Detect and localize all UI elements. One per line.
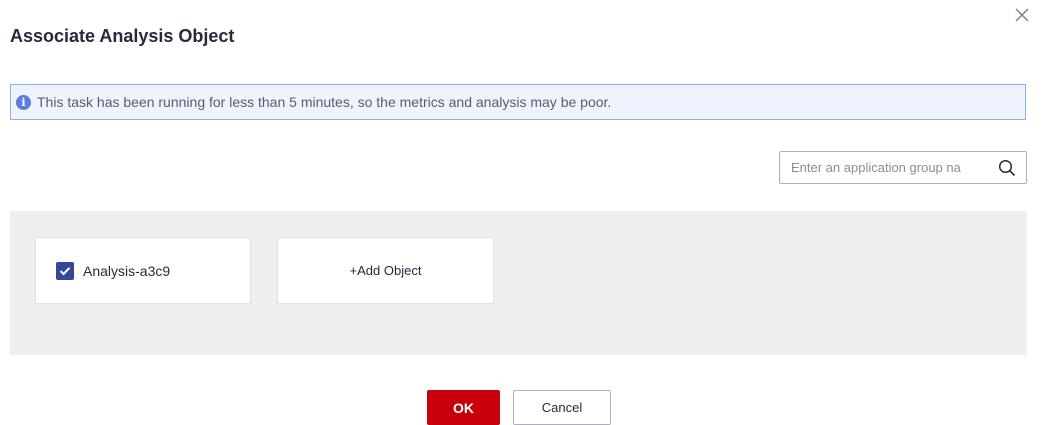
add-object-button[interactable]: +Add Object <box>277 237 494 304</box>
dialog-title: Associate Analysis Object <box>10 26 235 46</box>
analysis-object-panel: Analysis-a3c9 +Add Object <box>10 211 1027 355</box>
ok-button[interactable]: OK <box>427 390 500 425</box>
info-icon: i <box>16 94 31 110</box>
associate-analysis-dialog: Associate Analysis Object i This task ha… <box>0 0 1055 425</box>
search-icon[interactable] <box>998 159 1016 177</box>
search-box[interactable] <box>779 151 1027 184</box>
add-object-label: +Add Object <box>349 263 422 278</box>
analysis-object-label: Analysis-a3c9 <box>83 262 171 279</box>
checkmark-icon <box>59 266 71 275</box>
info-alert: i This task has been running for less th… <box>10 84 1026 120</box>
analysis-object-checkbox[interactable] <box>56 261 74 280</box>
alert-message: This task has been running for less than… <box>37 94 612 110</box>
cancel-button[interactable]: Cancel <box>513 390 611 425</box>
analysis-object-card: Analysis-a3c9 <box>35 237 251 304</box>
close-icon[interactable] <box>1013 6 1031 24</box>
search-input[interactable] <box>791 160 987 175</box>
